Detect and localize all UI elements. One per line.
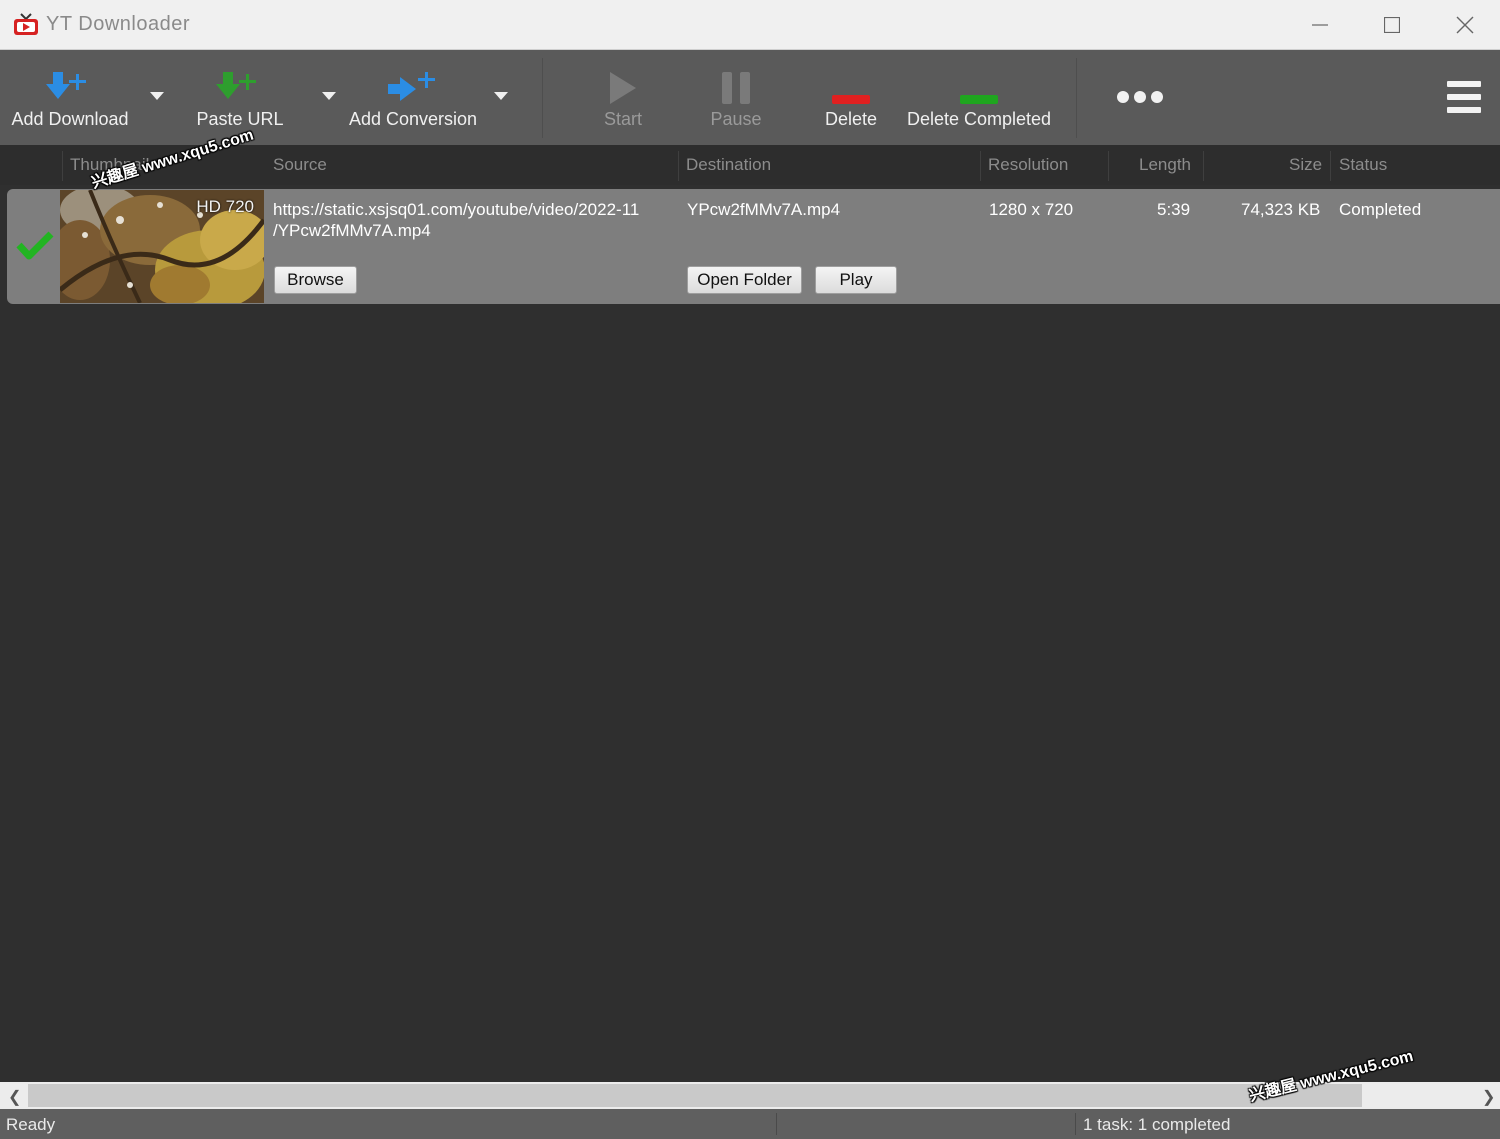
delete-label: Delete (824, 109, 878, 129)
column-divider (62, 151, 63, 181)
column-resolution[interactable]: Resolution (988, 155, 1068, 175)
more-options-button[interactable] (1116, 88, 1164, 111)
column-size[interactable]: Size (1289, 155, 1322, 175)
column-divider (980, 151, 981, 181)
destination-file: YPcw2fMMv7A.mp4 (687, 200, 841, 219)
close-icon (1456, 16, 1474, 33)
download-row[interactable]: HD 720 https://static.xsjsq01.com/youtub… (7, 189, 1500, 304)
add-conversion-label: Add Conversion (348, 109, 478, 129)
hamburger-menu-button[interactable] (1446, 79, 1482, 120)
maximize-button[interactable] (1362, 0, 1422, 49)
status-value: Completed (1339, 200, 1422, 219)
paste-url-icon (214, 50, 266, 106)
minimize-icon (1312, 23, 1328, 26)
column-divider (1330, 151, 1331, 181)
completed-check-icon (15, 229, 55, 266)
app-logo-icon (13, 12, 39, 36)
column-divider (1108, 151, 1109, 181)
add-conversion-dropdown-icon[interactable] (494, 92, 508, 100)
browse-button[interactable]: Browse (274, 266, 357, 294)
add-download-dropdown-icon[interactable] (150, 92, 164, 100)
scrollbar-thumb[interactable] (28, 1084, 1362, 1107)
paste-url-dropdown-icon[interactable] (322, 92, 336, 100)
start-button[interactable]: Start (588, 50, 658, 145)
close-button[interactable] (1435, 0, 1495, 49)
add-download-label: Add Download (11, 109, 129, 129)
source-url-line2: /YPcw2fMMv7A.mp4 (273, 221, 431, 240)
minus-green-icon (959, 50, 999, 106)
column-destination[interactable]: Destination (686, 155, 771, 175)
scroll-right-icon[interactable]: ❯ (1482, 1087, 1495, 1107)
play-button[interactable]: Play (815, 266, 897, 294)
column-source[interactable]: Source (273, 155, 327, 175)
pause-button[interactable]: Pause (700, 50, 772, 145)
pause-icon (719, 50, 753, 106)
minus-red-icon (831, 50, 871, 106)
status-divider (1075, 1113, 1076, 1135)
scroll-left-icon[interactable]: ❮ (8, 1087, 21, 1107)
delete-button[interactable]: Delete (816, 50, 886, 145)
play-icon (606, 50, 640, 106)
source-url-line1: https://static.xsjsq01.com/youtube/video… (273, 200, 640, 219)
hamburger-menu-icon (1447, 81, 1481, 113)
open-folder-button[interactable]: Open Folder (687, 266, 802, 294)
start-label: Start (603, 109, 642, 129)
column-status[interactable]: Status (1339, 155, 1387, 175)
add-conversion-icon (385, 50, 441, 106)
column-divider (678, 151, 679, 181)
column-length[interactable]: Length (1139, 155, 1191, 175)
delete-completed-button[interactable]: Delete Completed (905, 50, 1053, 145)
quality-badge: HD 720 (196, 197, 254, 216)
size-value: 74,323 KB (1241, 200, 1321, 219)
add-download-button[interactable]: Add Download (10, 50, 130, 145)
minimize-button[interactable] (1290, 0, 1350, 49)
window-title: YT Downloader (46, 13, 190, 35)
toolbar-divider (542, 58, 543, 138)
resolution-value: 1280 x 720 (989, 200, 1074, 219)
status-divider (776, 1113, 777, 1135)
status-task-count: 1 task: 1 completed (1083, 1115, 1231, 1134)
add-conversion-button[interactable]: Add Conversion (348, 50, 478, 145)
length-value: 5:39 (1157, 200, 1191, 219)
video-thumbnail: HD 720 (60, 190, 264, 303)
add-download-icon (44, 50, 96, 106)
title-bar: YT Downloader (0, 0, 1500, 50)
maximize-icon (1384, 16, 1400, 33)
more-dots-icon (1117, 91, 1163, 103)
status-ready: Ready (6, 1115, 56, 1134)
column-divider (1203, 151, 1204, 181)
delete-completed-label: Delete Completed (906, 109, 1052, 129)
pause-label: Pause (710, 109, 762, 129)
toolbar-divider (1076, 58, 1077, 138)
status-bar: Ready 1 task: 1 completed (0, 1109, 1500, 1139)
